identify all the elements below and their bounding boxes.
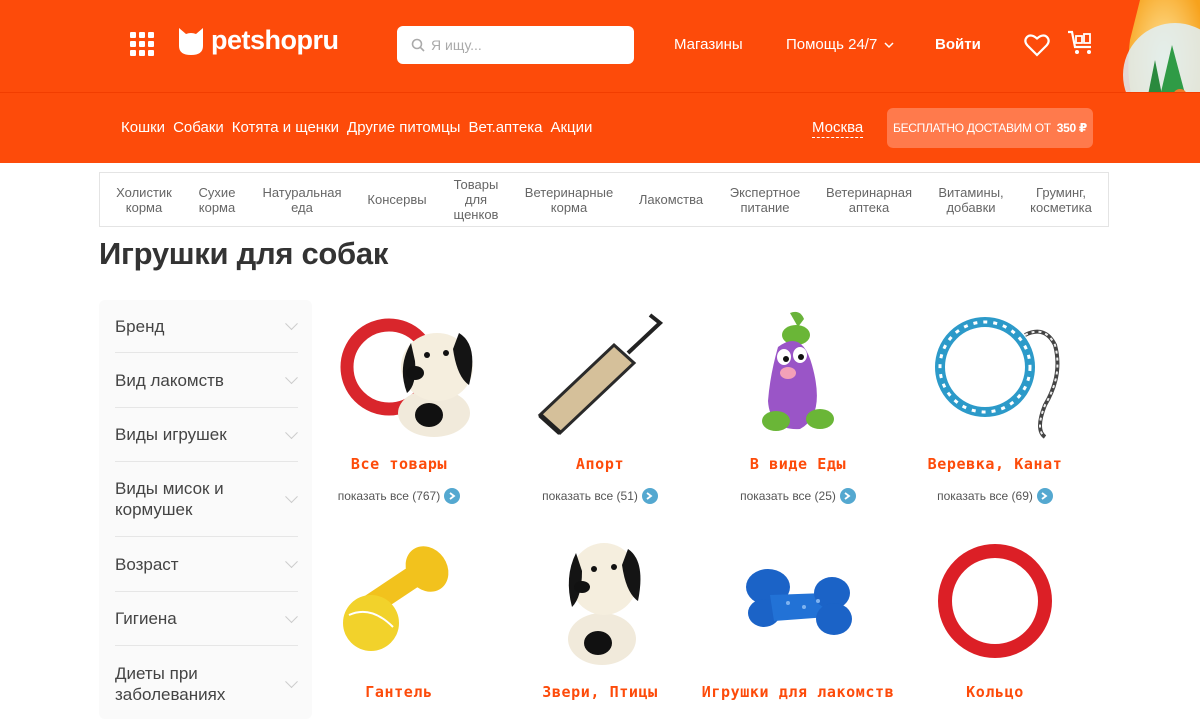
filter-toy-type[interactable]: Виды игрушек (115, 408, 298, 462)
filter-label: Возраст (115, 554, 179, 574)
arrow-right-icon (444, 488, 461, 504)
cat-logo-icon (179, 28, 203, 55)
catalog-grid-icon[interactable] (130, 32, 154, 56)
tile-title[interactable]: Все товары (299, 455, 499, 473)
filter-treat-type[interactable]: Вид лакомств (115, 353, 298, 408)
filter-brand[interactable]: Бренд (115, 300, 298, 353)
delivery-text: БЕСПЛАТНО ДОСТАВИМ ОТ (893, 121, 1051, 135)
search-icon (411, 38, 425, 52)
show-all-count: показать все (51) (542, 489, 638, 503)
tile-title[interactable]: В виде Еды (698, 455, 898, 473)
filter-label: Вид лакомств (115, 370, 224, 390)
nav-item-vet-pharmacy[interactable]: Вет.аптека (468, 119, 542, 136)
red-ring-toy-image (938, 544, 1052, 658)
login-link[interactable]: Войти (935, 36, 981, 53)
category-vet-food[interactable]: Ветеринарные корма (523, 185, 615, 215)
category-canned[interactable]: Консервы (365, 192, 429, 207)
category-grooming[interactable]: Груминг, косметика (1028, 185, 1094, 215)
arrow-right-icon (1036, 488, 1053, 504)
show-all-link[interactable]: показать все (51) (510, 488, 690, 504)
arrow-right-icon (839, 488, 856, 504)
stores-link[interactable]: Магазины (674, 36, 743, 53)
dumbbell-toy-image (343, 546, 449, 651)
header-top-bar: petshopru Магазины Помощь 24/7 Войти (0, 0, 1200, 92)
category-strip: Холистик корма Сухие корма Натуральная е… (99, 172, 1109, 227)
filter-diets[interactable]: Диеты при заболеваниях (115, 646, 298, 722)
nav-item-kittens-puppies[interactable]: Котята и щенки (232, 119, 339, 136)
category-vitamins[interactable]: Витамины, добавки (935, 185, 1007, 215)
tile-title[interactable]: Гантель (299, 683, 499, 701)
show-all-count: показать все (25) (740, 489, 836, 503)
chevron-down-icon (884, 42, 894, 48)
chevron-down-icon (285, 609, 298, 623)
filter-bowl-type[interactable]: Виды мисок и кормушек (115, 462, 298, 537)
dog-figure-toy-image (568, 543, 641, 665)
chevron-down-icon (285, 555, 298, 569)
category-natural-food[interactable]: Натуральная еда (260, 185, 344, 215)
category-holistic[interactable]: Холистик корма (114, 185, 174, 215)
tile-title[interactable]: Кольцо (895, 683, 1095, 701)
category-treats[interactable]: Лакомства (636, 192, 706, 207)
search-box[interactable] (397, 26, 634, 64)
tile-title[interactable]: Игрушки для лакомств (698, 683, 898, 701)
chevron-down-icon (285, 675, 298, 689)
help-label: Помощь 24/7 (786, 36, 878, 53)
category-vet-pharmacy[interactable]: Ветеринарная аптека (824, 185, 914, 215)
delivery-amount: 350 ₽ (1056, 121, 1088, 135)
filter-age[interactable]: Возраст (115, 537, 298, 592)
ring-and-dog-toy-image (340, 318, 473, 437)
category-expert-food[interactable]: Экспертное питание (727, 185, 803, 215)
chevron-down-icon (285, 425, 298, 439)
nav-item-other-pets[interactable]: Другие питомцы (347, 119, 460, 136)
chevron-down-icon (285, 317, 298, 331)
filter-label: Диеты при заболеваниях (115, 664, 226, 704)
jute-tug-toy-image (537, 313, 664, 436)
chevron-down-icon (285, 490, 298, 504)
filter-label: Виды мисок и кормушек (115, 479, 224, 519)
nav-item-cats[interactable]: Кошки (121, 119, 165, 136)
show-all-link[interactable]: показать все (767) (309, 488, 489, 504)
page-title: Игрушки для собак (99, 236, 389, 271)
blue-bone-toy-image (746, 569, 852, 635)
show-all-count: показать все (69) (937, 489, 1033, 503)
category-dry-food[interactable]: Сухие корма (195, 185, 239, 215)
filter-hygiene[interactable]: Гигиена (115, 592, 298, 646)
show-all-count: показать все (767) (337, 489, 441, 503)
tile-title[interactable]: Апорт (500, 455, 700, 473)
help-menu[interactable]: Помощь 24/7 (786, 36, 894, 53)
arrow-right-icon (641, 488, 658, 504)
eggplant-toy-image (762, 311, 834, 431)
logo-text: petshopru (211, 24, 339, 55)
tile-title[interactable]: Веревка, Канат (895, 455, 1095, 473)
show-all-link[interactable]: показать все (25) (708, 488, 888, 504)
city-selector[interactable]: Москва (812, 119, 864, 138)
main-nav: Кошки Собаки Котята и щенки Другие питом… (121, 119, 600, 136)
rope-ring-toy-image (935, 317, 1060, 439)
search-input[interactable] (431, 37, 621, 53)
filter-sidebar: Бренд Вид лакомств Виды игрушек Виды мис… (99, 300, 312, 719)
heart-icon[interactable] (1024, 33, 1050, 57)
chevron-down-icon (285, 371, 298, 385)
nav-item-promotions[interactable]: Акции (550, 119, 592, 136)
filter-label: Гигиена (115, 609, 177, 628)
category-puppy-goods[interactable]: Товары для щенков (450, 177, 502, 222)
free-delivery-badge[interactable]: БЕСПЛАТНО ДОСТАВИМ ОТ 350 ₽ (887, 108, 1093, 148)
cart-icon[interactable] (1067, 30, 1095, 56)
filter-label: Бренд (115, 316, 165, 336)
logo[interactable]: petshopru (177, 24, 339, 56)
show-all-link[interactable]: показать все (69) (905, 488, 1085, 504)
filter-label: Виды игрушек (115, 425, 227, 444)
tile-title[interactable]: Звери, Птицы (500, 683, 700, 701)
nav-item-dogs[interactable]: Собаки (173, 119, 224, 136)
